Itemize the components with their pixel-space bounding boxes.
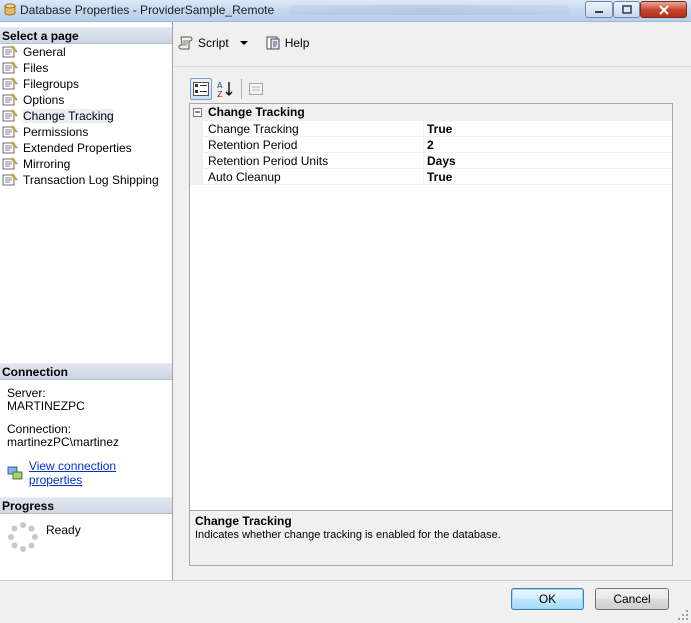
page-icon [2, 157, 18, 170]
progress-spinner-icon [8, 522, 38, 552]
property-name: Auto Cleanup [208, 170, 281, 184]
page-icon [2, 173, 18, 186]
property-row-retention-period[interactable]: Retention Period 2 [190, 137, 672, 153]
description-text: Indicates whether change tracking is ena… [195, 529, 501, 541]
page-icon [2, 125, 18, 138]
description-title: Change Tracking [195, 514, 292, 528]
progress-header: Progress [0, 497, 172, 514]
close-button[interactable] [640, 1, 687, 18]
categorized-icon [193, 82, 209, 96]
script-button[interactable]: Script [178, 35, 255, 51]
property-row-change-tracking[interactable]: Change Tracking True [190, 121, 672, 137]
page-icon [2, 77, 18, 90]
property-value[interactable]: Days [427, 154, 456, 168]
minimize-button[interactable] [585, 1, 613, 18]
property-name: Change Tracking [208, 122, 299, 136]
connection-properties-icon [7, 466, 23, 480]
description-pane: Change Tracking Indicates whether change… [189, 510, 673, 566]
left-pane: Select a page General Files Filegroups O… [0, 22, 173, 580]
resize-grip-icon[interactable] [677, 609, 689, 621]
view-connection-properties[interactable]: View connection properties [7, 459, 172, 487]
window-title: Database Properties - ProviderSample_Rem… [20, 3, 275, 17]
page-item-general[interactable]: General [2, 44, 159, 60]
chevron-down-icon[interactable] [237, 38, 251, 48]
toolbar-separator [174, 66, 691, 67]
minimize-icon [595, 10, 603, 13]
page-item-filegroups[interactable]: Filegroups [2, 76, 159, 92]
categorized-button[interactable] [190, 78, 212, 100]
svg-text:A: A [217, 81, 223, 90]
cancel-button[interactable]: Cancel [595, 588, 669, 610]
svg-text:Z: Z [217, 90, 223, 98]
select-page-header: Select a page [0, 27, 172, 44]
page-icon [2, 141, 18, 154]
property-value[interactable]: True [427, 122, 452, 136]
property-pages-button[interactable] [245, 78, 267, 100]
property-grid-toolbar: A Z [190, 78, 269, 100]
title-bar: Database Properties - ProviderSample_Rem… [0, 0, 691, 22]
property-grid: − Change Tracking Change Tracking True R… [189, 103, 673, 526]
category-row: − Change Tracking [190, 104, 672, 121]
page-item-transaction-log-shipping[interactable]: Transaction Log Shipping [2, 172, 159, 188]
page-item-change-tracking[interactable]: Change Tracking [2, 108, 159, 124]
page-icon [2, 93, 18, 106]
connection-header: Connection [0, 363, 172, 380]
maximize-icon [621, 5, 632, 14]
help-button[interactable]: Help [265, 35, 310, 51]
database-icon [4, 3, 16, 16]
page-item-mirroring[interactable]: Mirroring [2, 156, 159, 172]
toolbar: Script Help [178, 32, 319, 54]
connection-value: martinezPC\martinez [7, 435, 120, 449]
title-bar-blur [290, 5, 570, 15]
page-icon [2, 45, 18, 58]
property-name: Retention Period Units [208, 154, 329, 168]
button-bar-separator [0, 580, 691, 581]
help-icon [266, 36, 280, 50]
progress-status: Ready [46, 523, 81, 537]
view-connection-properties-link[interactable]: View connection properties [29, 459, 172, 487]
sort-alphabetical-icon: A Z [217, 81, 233, 98]
page-list: General Files Filegroups Options Change … [2, 44, 159, 188]
server-value: MARTINEZPC [7, 399, 85, 413]
page-item-permissions[interactable]: Permissions [2, 124, 159, 140]
ok-button[interactable]: OK [511, 588, 584, 610]
alphabetical-button[interactable]: A Z [214, 78, 236, 100]
page-item-options[interactable]: Options [2, 92, 159, 108]
help-label: Help [284, 36, 310, 50]
page-icon [2, 109, 18, 122]
property-row-auto-cleanup[interactable]: Auto Cleanup True [190, 169, 672, 185]
toolbar-divider [241, 79, 242, 99]
page-item-extended-properties[interactable]: Extended Properties [2, 140, 159, 156]
close-icon [658, 4, 669, 15]
script-icon [178, 36, 193, 50]
property-value[interactable]: True [427, 170, 452, 184]
page-item-files[interactable]: Files [2, 60, 159, 76]
connection-info: Server: MARTINEZPC Connection: martinezP… [7, 387, 119, 449]
script-label: Script [198, 36, 229, 50]
dialog-body: Select a page General Files Filegroups O… [0, 22, 691, 623]
property-row-retention-period-units[interactable]: Retention Period Units Days [190, 153, 672, 169]
page-icon [2, 61, 18, 74]
property-name: Retention Period [208, 138, 298, 152]
property-pages-icon [249, 83, 263, 95]
collapse-icon[interactable]: − [193, 108, 202, 117]
property-value[interactable]: 2 [427, 138, 434, 152]
maximize-button[interactable] [613, 1, 640, 18]
category-label: Change Tracking [208, 105, 305, 119]
